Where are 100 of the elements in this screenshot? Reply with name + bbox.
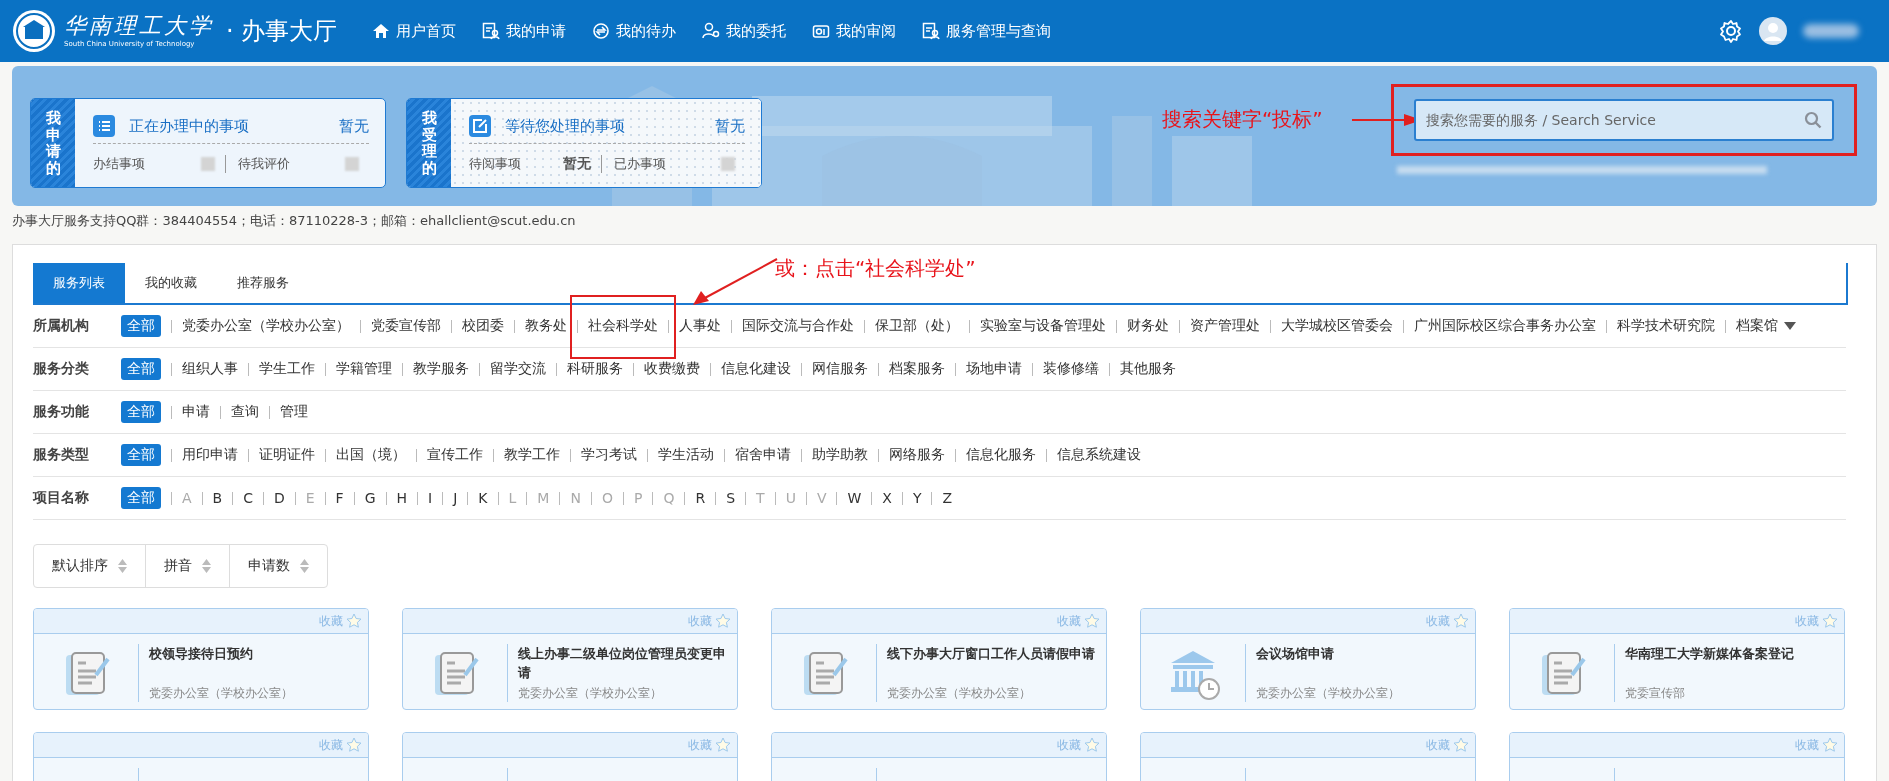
filter-option[interactable]: 科学技术研究院: [1617, 315, 1715, 337]
department-text: 党委宣传部: [1625, 685, 1686, 702]
service-title[interactable]: 会议场馆申请: [1256, 644, 1465, 663]
service-title[interactable]: 线下办事大厅窗口工作人员请假申请: [887, 644, 1096, 663]
filter-option[interactable]: 科研服务: [567, 358, 623, 380]
sort-arrows-icon: [300, 559, 309, 573]
filter-option[interactable]: 学习考试: [581, 444, 637, 466]
blurred-username: [1803, 24, 1859, 38]
side-label: 我受理的: [421, 110, 437, 176]
filter-option[interactable]: 教学服务: [413, 358, 469, 380]
person-key-icon: [702, 22, 720, 40]
filter-option[interactable]: 校团委: [462, 315, 504, 337]
nav-link[interactable]: 我的审阅: [812, 21, 896, 41]
service-card[interactable]: 收藏 华南理工大学新媒体备案登记 党委宣传部: [1509, 608, 1845, 710]
review-icon: [812, 22, 830, 40]
filter-option[interactable]: G: [364, 488, 376, 508]
department-text: 党委办公室（学校办公室）: [149, 685, 294, 702]
service-card[interactable]: 收藏 会议场馆申请 党委办公室（学校办公室）: [1140, 608, 1476, 710]
filter-option[interactable]: F: [335, 488, 344, 508]
filter-option[interactable]: 财务处: [1127, 315, 1169, 337]
filter-option[interactable]: 广州国际校区综合事务办公室: [1414, 315, 1596, 337]
filter-option[interactable]: 证明证件: [259, 444, 315, 466]
nav-link[interactable]: 我的待办: [592, 21, 676, 41]
filter-option[interactable]: 其他服务: [1120, 358, 1176, 380]
filter-option[interactable]: W: [847, 488, 862, 508]
service-title[interactable]: 线上办事二级单位岗位管理员变更申请: [518, 644, 727, 682]
filter-option[interactable]: 全部: [121, 358, 161, 380]
department-text: 党委办公室（学校办公室）: [887, 685, 1032, 702]
filter-option[interactable]: 档案服务: [889, 358, 945, 380]
filter-option[interactable]: Y: [912, 488, 922, 508]
summary-title[interactable]: 等待您处理的事项: [505, 116, 625, 136]
sort-button[interactable]: 拼音: [145, 545, 229, 587]
filter-option[interactable]: 学生活动: [658, 444, 714, 466]
sort-button[interactable]: 申请数: [229, 545, 327, 587]
nav-link[interactable]: 服务管理与查询: [922, 21, 1051, 41]
filter-option[interactable]: 管理: [280, 401, 308, 423]
filter-option[interactable]: 用印申请: [182, 444, 238, 466]
filter-option[interactable]: 全部: [121, 487, 161, 509]
filter-option[interactable]: 教务处: [525, 315, 567, 337]
filter-option[interactable]: 档案馆: [1736, 315, 1778, 337]
filter-option[interactable]: 收费缴费: [644, 358, 700, 380]
filter-option[interactable]: S: [726, 488, 736, 508]
filter-option[interactable]: 查询: [231, 401, 259, 423]
filter-option[interactable]: J: [453, 488, 458, 508]
filter-option[interactable]: 学籍管理: [336, 358, 392, 380]
filter-option: O: [601, 488, 613, 508]
filter-option[interactable]: 实验室与设备管理处: [980, 315, 1106, 337]
item-value: 暂无: [562, 155, 591, 173]
filter-option[interactable]: 保卫部（处）: [875, 315, 959, 337]
search-field[interactable]: 搜索您需要的服务 / Search Service: [1414, 99, 1834, 141]
nav-link[interactable]: 用户首页: [372, 21, 456, 41]
filter-option[interactable]: 组织人事: [182, 358, 238, 380]
filter-option[interactable]: X: [882, 488, 892, 508]
nav-link[interactable]: 我的申请: [482, 21, 566, 41]
filter-option[interactable]: 网信服务: [812, 358, 868, 380]
filter-option[interactable]: 资产管理处: [1190, 315, 1260, 337]
nav-link[interactable]: 我的委托: [702, 21, 786, 41]
filter-option[interactable]: 信息化服务: [966, 444, 1036, 466]
filter-option[interactable]: 党委宣传部: [371, 315, 441, 337]
filter-option[interactable]: 网络服务: [889, 444, 945, 466]
filter-option[interactable]: B: [212, 488, 223, 508]
filter-option[interactable]: 出国（境）: [336, 444, 406, 466]
service-card[interactable]: 收藏 线下办事大厅窗口工作人员请假申请 党委办公室（学校办公室）: [771, 608, 1107, 710]
filter-option[interactable]: Z: [942, 488, 953, 508]
star-icon: [1822, 737, 1838, 753]
filter-option[interactable]: 宣传工作: [427, 444, 483, 466]
tab[interactable]: 我的收藏: [125, 263, 217, 303]
filter-option[interactable]: 助学助教: [812, 444, 868, 466]
filter-option[interactable]: 社会科学处: [588, 315, 658, 337]
filter-option[interactable]: I: [428, 488, 433, 508]
sort-button[interactable]: 默认排序: [34, 545, 145, 587]
filter-option[interactable]: 全部: [121, 444, 161, 466]
service-title[interactable]: 华南理工大学新媒体备案登记: [1625, 644, 1834, 663]
filter-option[interactable]: C: [243, 488, 253, 508]
filter-option[interactable]: 全部: [121, 315, 161, 337]
tab[interactable]: 服务列表: [33, 263, 125, 303]
summary-title[interactable]: 正在办理中的事项: [129, 116, 249, 136]
filter-option[interactable]: 宿舍申请: [735, 444, 791, 466]
filter-option[interactable]: K: [478, 488, 488, 508]
filter-option[interactable]: 教学工作: [504, 444, 560, 466]
tab[interactable]: 推荐服务: [217, 263, 309, 303]
filter-option[interactable]: 留学交流: [490, 358, 546, 380]
filter-option[interactable]: 信息系统建设: [1057, 444, 1141, 466]
filter-option[interactable]: 人事处: [679, 315, 721, 337]
filter-option[interactable]: 全部: [121, 401, 161, 423]
filter-option[interactable]: 信息化建设: [721, 358, 791, 380]
service-card[interactable]: 收藏 线上办事二级单位岗位管理员变更申请 党委办公室（学校办公室）: [402, 608, 738, 710]
star-icon: [1453, 737, 1469, 753]
filter-option[interactable]: D: [273, 488, 285, 508]
filter-option[interactable]: 党委办公室（学校办公室）: [182, 315, 350, 337]
filter-option[interactable]: 学生工作: [259, 358, 315, 380]
service-title[interactable]: 校领导接待日预约: [149, 644, 358, 663]
filter-option[interactable]: 大学城校区管委会: [1281, 315, 1393, 337]
filter-option[interactable]: 申请: [182, 401, 210, 423]
filter-option[interactable]: 装修修缮: [1043, 358, 1099, 380]
filter-option[interactable]: R: [695, 488, 706, 508]
filter-option[interactable]: H: [396, 488, 408, 508]
filter-option[interactable]: 国际交流与合作处: [742, 315, 854, 337]
filter-option[interactable]: 场地申请: [966, 358, 1022, 380]
service-card[interactable]: 收藏 校领导接待日预约 党委办公室（学校办公室）: [33, 608, 369, 710]
